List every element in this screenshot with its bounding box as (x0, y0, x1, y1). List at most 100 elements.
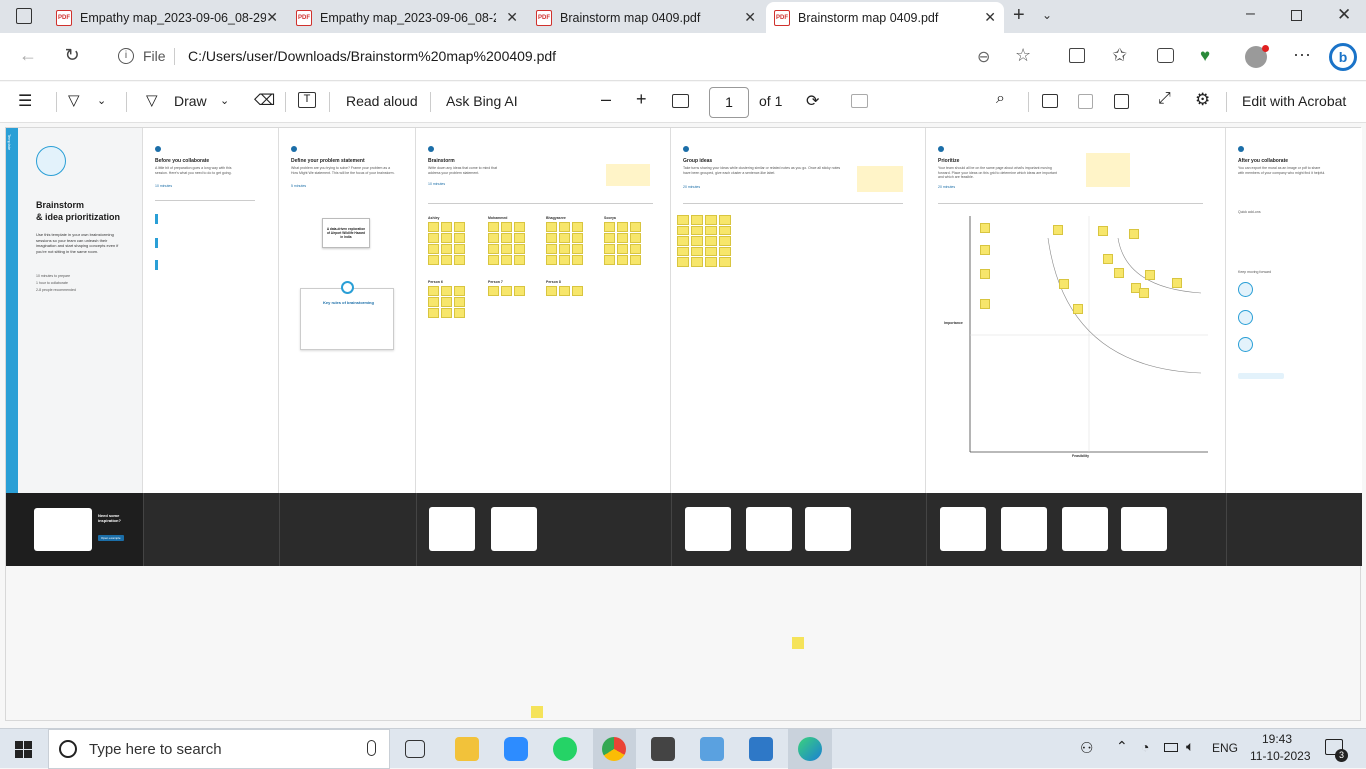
tab-empathy-map-1[interactable]: PDF Empathy map_2023-09-06_08-29 ✕ (48, 2, 286, 33)
sticky-note (428, 308, 439, 318)
photos-icon[interactable] (749, 737, 773, 761)
panel-title: Before you collaborate (155, 158, 210, 164)
intro-meta-3: 2-8 people recommended (36, 288, 76, 292)
tab-brainstorm-map-1[interactable]: PDF Brainstorm map 0409.pdf ✕ (528, 2, 764, 33)
erase-icon[interactable]: ⌫ (254, 91, 275, 109)
url-text[interactable]: C:/Users/user/Downloads/Brainstorm%20map… (188, 48, 556, 64)
sticky-note (1053, 225, 1063, 235)
bing-copilot-icon[interactable]: b (1329, 43, 1357, 71)
tab-empathy-map-2[interactable]: PDF Empathy map_2023-09-06_08-29 ✕ (288, 2, 526, 33)
chevron-down-icon[interactable]: ⌄ (220, 94, 229, 107)
collections-icon[interactable] (1157, 48, 1174, 63)
windows-start-icon[interactable] (15, 741, 32, 758)
new-tab-icon[interactable]: + (1013, 4, 1025, 27)
volume-icon[interactable]: 🔈︎ (1186, 738, 1194, 755)
rules-title: Key rules of brainstorming (323, 300, 374, 305)
save-as-icon[interactable] (1114, 94, 1129, 109)
sticky-note (630, 244, 641, 254)
step-thumbnail[interactable] (940, 507, 986, 551)
page-number-input[interactable]: 1 (709, 87, 749, 118)
step-thumbnail[interactable] (1121, 507, 1167, 551)
template-icon (1238, 282, 1253, 297)
open-new-window-icon[interactable]: ⤢ (1158, 90, 1171, 108)
sticky-note (454, 222, 465, 232)
show-hidden-icons[interactable]: ⌃ (1116, 738, 1128, 755)
highlight-icon[interactable]: ▽ (68, 91, 80, 109)
sticky-note (559, 244, 570, 254)
chrome-icon[interactable] (602, 737, 626, 761)
share-template-link[interactable] (1238, 373, 1284, 379)
edge-icon[interactable] (798, 737, 822, 761)
zoom-in-button[interactable]: + (636, 89, 647, 110)
tab-actions-icon[interactable] (16, 8, 32, 24)
close-tab-icon[interactable]: ✕ (506, 9, 518, 26)
stray-sticky-note (531, 706, 543, 718)
checklist-item (155, 260, 245, 270)
zoom-out-button[interactable]: – (601, 89, 611, 110)
sticky-note (501, 222, 512, 232)
battery-icon[interactable] (1164, 743, 1178, 752)
close-tab-icon[interactable]: ✕ (984, 9, 996, 26)
app-icon[interactable] (651, 737, 675, 761)
draw-icon[interactable]: ▽ (146, 91, 158, 109)
whatsapp-icon[interactable] (553, 737, 577, 761)
panel-time: 20 minutes (938, 185, 956, 189)
contents-icon[interactable]: ☰ (18, 91, 32, 111)
task-view-icon[interactable] (405, 740, 425, 758)
split-screen-icon[interactable] (1069, 48, 1085, 63)
step-thumbnail[interactable] (429, 507, 475, 551)
panel-time: 10 minutes (428, 182, 446, 186)
file-explorer-icon[interactable] (455, 737, 479, 761)
close-window-icon[interactable]: ✕ (1337, 5, 1351, 25)
tab-brainstorm-map-active[interactable]: PDF Brainstorm map 0409.pdf ✕ (766, 2, 1004, 33)
y-axis-label: Importance (944, 321, 963, 325)
tab-list-chevron-icon[interactable]: ⌄ (1042, 8, 1052, 22)
back-icon[interactable]: ← (16, 45, 40, 66)
step-thumbnail[interactable] (746, 507, 792, 551)
favorites-icon[interactable]: ✩ (1112, 45, 1127, 66)
clock-time[interactable]: 19:43 (1262, 732, 1292, 746)
settings-gear-icon[interactable]: ⚙ (1195, 90, 1210, 110)
page-view-icon[interactable] (851, 94, 868, 108)
example-thumbnail[interactable] (34, 508, 92, 551)
clock-date[interactable]: 11-10-2023 (1250, 749, 1311, 763)
step-thumbnail[interactable] (805, 507, 851, 551)
people-icon[interactable]: ⚇ (1080, 739, 1093, 757)
microphone-icon[interactable] (367, 740, 376, 756)
ask-bing-button[interactable]: Ask Bing AI (446, 93, 518, 109)
step-thumbnail[interactable] (491, 507, 537, 551)
step-thumbnail[interactable] (685, 507, 731, 551)
print-icon[interactable] (1042, 94, 1058, 108)
close-tab-icon[interactable]: ✕ (266, 9, 278, 26)
image-viewer-icon[interactable] (700, 737, 724, 761)
edit-with-acrobat-button[interactable]: Edit with Acrobat (1242, 93, 1346, 109)
favorite-star-icon[interactable]: ☆ (1015, 45, 1031, 66)
sticky-note (677, 225, 689, 235)
step-thumbnail[interactable] (1001, 507, 1047, 551)
find-icon[interactable]: ⌕ (996, 90, 1005, 108)
read-aloud-button[interactable]: Read aloud (346, 93, 418, 109)
step-thumbnail[interactable] (1062, 507, 1108, 551)
minimize-icon[interactable]: – (1246, 5, 1255, 23)
language-indicator[interactable]: ENG (1212, 741, 1238, 755)
open-example-button[interactable]: Open example (98, 535, 124, 541)
restore-icon[interactable] (1291, 10, 1302, 21)
text-box-icon[interactable]: T (298, 92, 316, 108)
fit-page-icon[interactable] (672, 94, 689, 108)
draw-button[interactable]: Draw (174, 93, 207, 109)
save-icon[interactable] (1078, 94, 1093, 109)
browser-essentials-icon[interactable]: ♥ (1200, 46, 1210, 66)
zoom-out-icon[interactable]: ⊖ (977, 47, 990, 67)
pdf-toolbar: ☰ ▽ ⌄ ▽ Draw ⌄ ⌫ T Read aloud Ask Bing A… (0, 82, 1366, 123)
more-options-icon[interactable]: ··· (1293, 44, 1311, 65)
sticky-note (719, 246, 731, 256)
close-tab-icon[interactable]: ✕ (744, 9, 756, 26)
chevron-down-icon[interactable]: ⌄ (97, 94, 106, 107)
info-icon[interactable]: i (118, 48, 134, 64)
rotate-icon[interactable]: ⟳ (806, 91, 819, 111)
zoom-app-icon[interactable] (504, 737, 528, 761)
refresh-icon[interactable]: ↻ (60, 45, 84, 66)
sticky-note (719, 236, 731, 246)
network-icon[interactable]: ◔ (1141, 739, 1149, 755)
search-box[interactable]: Type here to search (48, 729, 390, 769)
